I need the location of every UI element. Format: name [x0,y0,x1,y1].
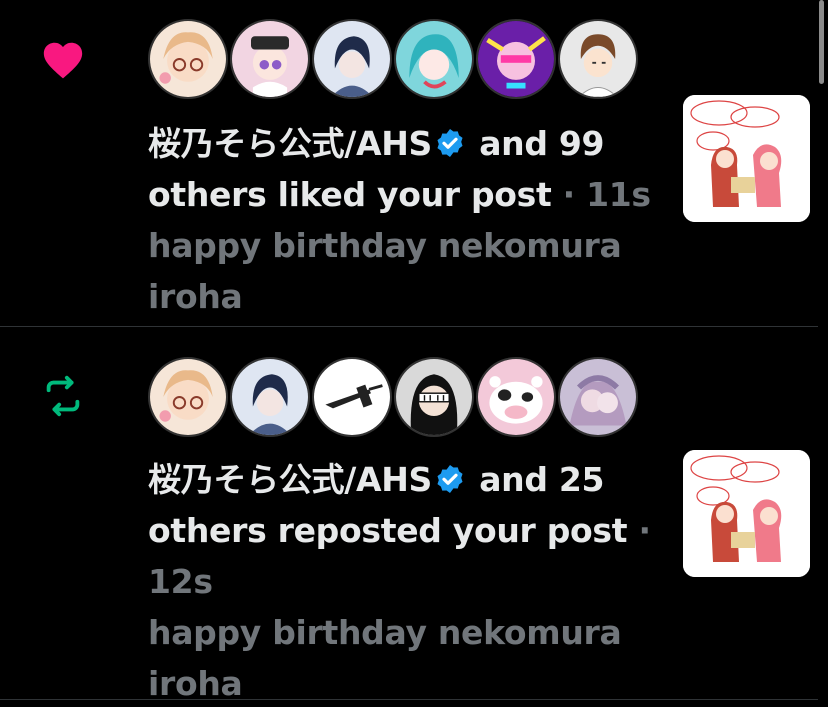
separator: · [638,511,651,550]
actor-name[interactable]: 桜乃そら公式/AHS [148,460,432,499]
actor-avatars [148,357,638,437]
avatar[interactable] [312,19,392,99]
avatar[interactable] [394,19,474,99]
notification-repost[interactable]: 桜乃そら公式/AHS and 25 others reposted your p… [0,328,818,703]
notifications-feed: 桜乃そら公式/AHS and 99 others liked your post… [0,0,828,707]
repost-icon [40,373,86,419]
avatar[interactable] [558,357,638,437]
post-preview: happy birthday nekomura iroha [148,226,622,316]
avatar[interactable] [230,357,310,437]
notification-text[interactable]: 桜乃そら公式/AHS and 99 others liked your post… [148,118,658,322]
actor-avatars [148,19,638,99]
avatar[interactable] [558,19,638,99]
avatar[interactable] [476,19,556,99]
post-thumbnail[interactable] [683,450,810,577]
verified-badge-icon [434,458,466,493]
timestamp[interactable]: 12s [148,562,213,601]
timestamp[interactable]: 11s [586,175,651,214]
avatar[interactable] [312,357,392,437]
post-preview: happy birthday nekomura iroha [148,613,622,703]
scrollbar[interactable] [819,0,824,84]
avatar[interactable] [476,357,556,437]
avatar[interactable] [394,357,474,437]
notification-text[interactable]: 桜乃そら公式/AHS and 25 others reposted your p… [148,454,658,707]
actor-name[interactable]: 桜乃そら公式/AHS [148,124,432,163]
post-thumbnail[interactable] [683,95,810,222]
verified-badge-icon [434,122,466,157]
separator: · [562,175,576,214]
avatar[interactable] [148,19,228,99]
heart-icon [40,37,86,83]
avatar[interactable] [230,19,310,99]
avatar[interactable] [148,357,228,437]
notification-like[interactable]: 桜乃そら公式/AHS and 99 others liked your post… [0,0,818,327]
